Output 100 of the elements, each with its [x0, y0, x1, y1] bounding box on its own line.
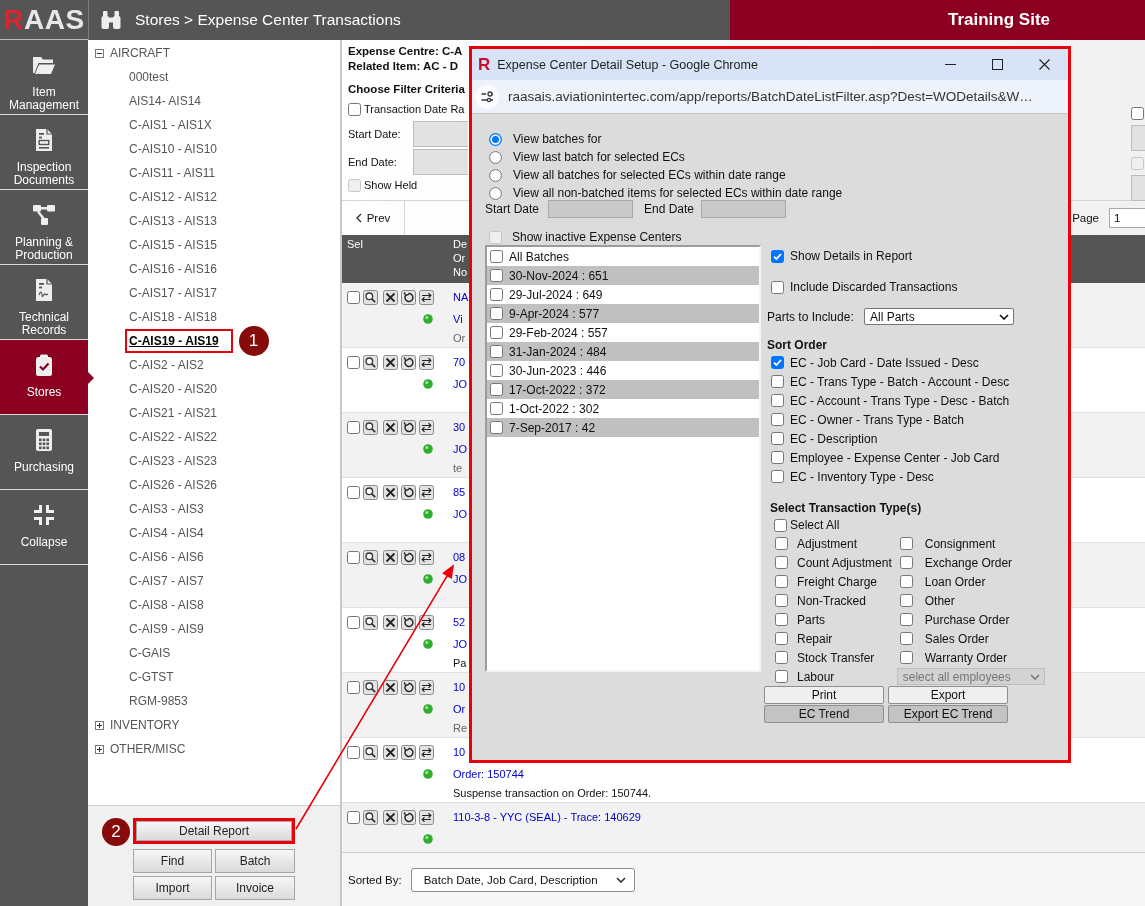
checkbox[interactable]	[347, 680, 360, 694]
action-button[interactable]: EC Trend	[764, 705, 884, 723]
checkbox[interactable]	[771, 375, 784, 388]
cross-icon[interactable]	[383, 744, 398, 760]
list-row[interactable]: 31-Jan-2024 : 484	[487, 342, 759, 361]
magnifier-icon[interactable]	[363, 679, 378, 695]
tree-item[interactable]: C-AIS26 - AIS26	[125, 473, 222, 497]
date-field[interactable]	[701, 200, 786, 218]
radio-button[interactable]	[489, 150, 502, 164]
link-text[interactable]: Or	[453, 701, 466, 716]
tree-item[interactable]: C-AIS15 - AIS15	[125, 233, 222, 257]
list-row[interactable]: 7-Sep-2017 : 42	[487, 418, 759, 437]
magnifier-icon[interactable]	[363, 484, 378, 500]
checkbox[interactable]	[490, 345, 503, 358]
checkbox[interactable]	[899, 556, 913, 569]
tree-item[interactable]: C-AIS10 - AIS10	[125, 137, 222, 161]
cross-icon[interactable]	[383, 614, 398, 630]
link-text[interactable]: 30	[453, 420, 466, 434]
checkbox[interactable]	[899, 594, 913, 607]
cross-icon[interactable]	[383, 419, 398, 435]
link-text[interactable]: 08	[453, 550, 466, 564]
tree-item[interactable]: C-GTST	[125, 665, 178, 689]
close-icon[interactable]	[1039, 59, 1050, 70]
link-text[interactable]: Order: 150744	[453, 766, 524, 781]
checkbox[interactable]	[771, 394, 784, 407]
checkbox[interactable]	[347, 485, 360, 499]
list-row[interactable]: 17-Oct-2022 : 372	[487, 380, 759, 399]
sort-select[interactable]: Batch Date, Job Card, Description	[410, 867, 635, 892]
magnifier-icon[interactable]	[363, 809, 378, 825]
checkbox[interactable]	[490, 364, 503, 377]
action-button[interactable]: Export EC Trend	[888, 705, 1008, 723]
action-button[interactable]: Detail Report	[136, 821, 292, 841]
tree-item[interactable]: C-AIS4 - AIS4	[125, 521, 208, 545]
cross-icon[interactable]	[383, 484, 398, 500]
action-button[interactable]: Print	[764, 686, 884, 704]
action-button[interactable]: Import	[133, 876, 212, 900]
checkbox[interactable]	[775, 594, 788, 607]
checkbox[interactable]	[347, 615, 360, 629]
cross-icon[interactable]	[383, 679, 398, 695]
checkbox[interactable]	[775, 575, 788, 588]
link-text[interactable]: JO	[453, 441, 468, 456]
tree-item[interactable]: C-AIS22 - AIS22	[125, 425, 222, 449]
swap-arrows-icon[interactable]	[419, 809, 434, 825]
circular-arrow-icon[interactable]	[401, 484, 416, 500]
link-text[interactable]: 52	[453, 615, 466, 629]
cross-icon[interactable]	[383, 549, 398, 565]
checkbox[interactable]	[348, 102, 361, 116]
tree-node[interactable]: OTHER/MISC	[110, 742, 186, 756]
link-text[interactable]: Vi	[453, 311, 463, 326]
checkbox[interactable]	[347, 745, 360, 759]
checkbox[interactable]	[347, 355, 360, 369]
checkbox[interactable]	[774, 518, 787, 532]
swap-arrows-icon[interactable]	[419, 679, 434, 695]
checkbox[interactable]	[490, 250, 503, 263]
checkbox[interactable]	[490, 383, 503, 396]
tree-item[interactable]: 000test	[125, 65, 173, 89]
date-field[interactable]	[413, 149, 468, 175]
input-field[interactable]	[1131, 125, 1145, 151]
site-settings-icon[interactable]	[475, 84, 499, 109]
list-row[interactable]: 30-Nov-2024 : 651	[487, 266, 759, 285]
magnifier-icon[interactable]	[363, 549, 378, 565]
swap-arrows-icon[interactable]	[419, 289, 434, 305]
action-button[interactable]: Invoice	[215, 876, 295, 900]
radio-button[interactable]	[489, 186, 502, 200]
checkbox[interactable]	[775, 632, 788, 645]
checkbox[interactable]	[490, 421, 503, 434]
checkbox[interactable]	[490, 307, 503, 320]
swap-arrows-icon[interactable]	[419, 549, 434, 565]
tree-item[interactable]: C-GAIS	[125, 641, 175, 665]
checkbox[interactable]	[899, 651, 913, 664]
magnifier-icon[interactable]	[363, 354, 378, 370]
circular-arrow-icon[interactable]	[401, 744, 416, 760]
swap-arrows-icon[interactable]	[419, 354, 434, 370]
circular-arrow-icon[interactable]	[401, 549, 416, 565]
swap-arrows-icon[interactable]	[419, 744, 434, 760]
tree-item[interactable]: C-AIS12 - AIS12	[125, 185, 222, 209]
minus-box-icon[interactable]	[95, 48, 104, 58]
tree-node[interactable]: INVENTORY	[110, 718, 180, 732]
link-text[interactable]: 85	[453, 485, 466, 499]
checkbox[interactable]	[899, 537, 913, 550]
plus-box-icon[interactable]	[95, 720, 104, 730]
magnifier-icon[interactable]	[363, 419, 378, 435]
checkbox[interactable]	[490, 269, 503, 282]
circular-arrow-icon[interactable]	[401, 809, 416, 825]
link-text[interactable]: 10	[453, 680, 466, 694]
link-text[interactable]: 110-3-8 - YYC (SEAL) - Trace: 140629	[453, 810, 641, 824]
cross-icon[interactable]	[383, 354, 398, 370]
tree-item[interactable]: C-AIS18 - AIS18	[125, 305, 222, 329]
list-row[interactable]: 1-Oct-2022 : 302	[487, 399, 759, 418]
cross-icon[interactable]	[383, 289, 398, 305]
plus-box-icon[interactable]	[95, 744, 104, 754]
radio-button[interactable]	[489, 168, 502, 182]
action-button[interactable]: Export	[888, 686, 1008, 704]
checkbox[interactable]	[347, 550, 360, 564]
checkbox[interactable]	[490, 326, 503, 339]
circular-arrow-icon[interactable]	[401, 289, 416, 305]
magnifier-icon[interactable]	[363, 289, 378, 305]
list-row[interactable]: 29-Jul-2024 : 649	[487, 285, 759, 304]
checkbox[interactable]	[775, 670, 788, 683]
checkbox[interactable]	[771, 249, 784, 263]
